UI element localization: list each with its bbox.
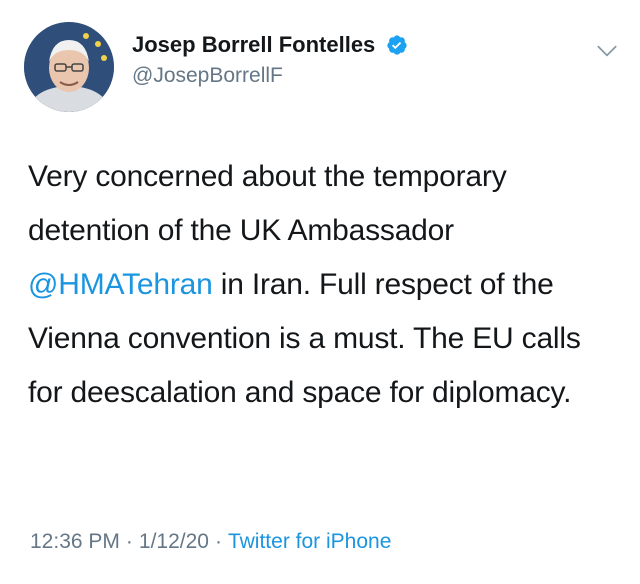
display-name[interactable]: Josep Borrell Fontelles [132,32,375,58]
tweet-date[interactable]: 1/12/20 [139,530,209,553]
user-info: Josep Borrell Fontelles @JosepBorrellF [132,32,408,88]
tweet-header: Josep Borrell Fontelles @JosepBorrellF [24,22,624,112]
mention-link[interactable]: @HMATehran [28,268,213,301]
meta-separator: · [214,530,222,553]
tweet-source-link[interactable]: Twitter for iPhone [228,530,391,553]
avatar-image [24,22,114,112]
tweet-text: Very concerned about the temporary deten… [28,150,608,420]
chevron-down-icon[interactable] [594,38,620,64]
user-handle[interactable]: @JosepBorrellF [132,64,408,88]
verified-badge-icon [387,35,407,55]
meta-separator: · [125,530,133,553]
tweet-meta: 12:36 PM · 1/12/20 · Twitter for iPhone [30,530,391,554]
tweet-card: Josep Borrell Fontelles @JosepBorrellF V… [0,0,640,584]
tweet-text-part-1: Very concerned about the temporary deten… [28,160,507,247]
tweet-time[interactable]: 12:36 PM [30,530,120,553]
avatar[interactable] [24,22,114,112]
